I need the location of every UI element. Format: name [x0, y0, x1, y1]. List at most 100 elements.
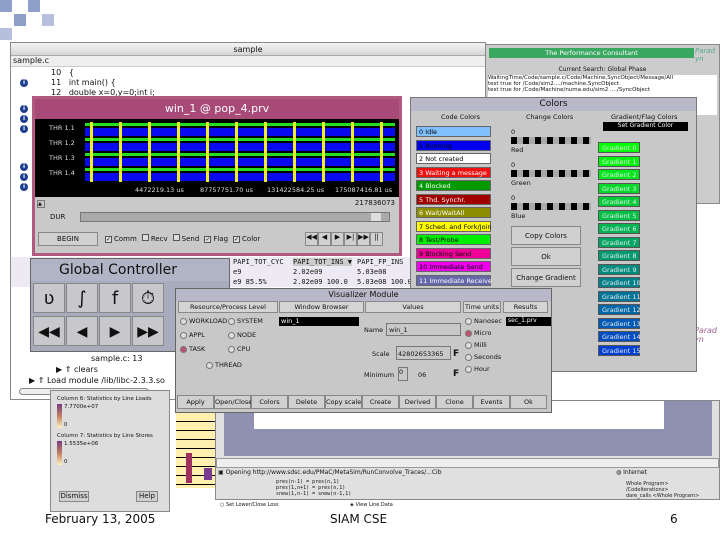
playback-button[interactable]: ◀ [66, 316, 98, 346]
time-unit-radio[interactable]: Micro [465, 329, 492, 337]
option-radio[interactable]: ◈ View Line Data [350, 502, 393, 508]
gradient-item[interactable]: Gradient 5 [598, 209, 640, 221]
level-radio[interactable]: APPL [180, 331, 205, 339]
gradient-item[interactable]: Gradient 4 [598, 196, 640, 207]
visualizer-button[interactable]: Ok [510, 395, 547, 409]
gradient-item[interactable]: Gradient 11 [598, 290, 641, 302]
duration-slider[interactable] [80, 212, 390, 222]
radio-circle[interactable] [465, 365, 472, 373]
info-icon[interactable]: i [20, 115, 28, 123]
begin-button[interactable]: BEGIN [38, 232, 98, 246]
browser-scrollbar[interactable] [216, 458, 719, 468]
tree-item[interactable]: ▶ ⇑ Load module /lib/libc-2.3.3.so [29, 376, 165, 385]
gradient-item[interactable]: Gradient 1 [598, 155, 640, 167]
info-icon[interactable]: i [20, 79, 28, 87]
radio-circle[interactable] [465, 341, 472, 349]
set-gradient-color[interactable]: Set Gradient Color [603, 122, 688, 131]
checkbox-flag[interactable]: ✓ Flag [204, 235, 228, 243]
state-color-item[interactable]: 1 Running [416, 139, 491, 151]
tree-item[interactable]: ▶ ⇑ clears [56, 365, 98, 374]
radio-circle[interactable] [180, 317, 187, 325]
visualizer-button[interactable]: Create [362, 395, 399, 409]
info-icon[interactable]: i [20, 173, 28, 181]
visualizer-button[interactable]: Copy scale [325, 395, 362, 409]
window-list-item[interactable]: win_1 [279, 317, 359, 326]
timeline-plot[interactable]: THR 1.1 THR 1.2 THR 1.3 THR 1.4 4472219.… [35, 119, 399, 197]
checkbox-box[interactable]: ✓ [204, 236, 212, 243]
radio-circle[interactable] [180, 331, 187, 339]
info-icon[interactable]: i [20, 125, 28, 133]
help-button[interactable]: Help [136, 491, 158, 502]
colors-button[interactable]: Change Gradient [511, 268, 581, 287]
radio-circle[interactable] [228, 331, 235, 339]
result-item[interactable]: sec_1.prv [506, 317, 551, 326]
time-unit-radio[interactable]: Hour [465, 365, 490, 373]
visualizer-button[interactable]: Open/Close [214, 395, 252, 409]
playback-button[interactable]: ◀ [318, 232, 331, 246]
playback-button[interactable]: ▶| [344, 232, 357, 246]
state-color-item[interactable]: 6 Wait/WaitAll [416, 207, 491, 218]
state-color-item[interactable]: 10 Immediate Send [416, 261, 491, 272]
state-color-item[interactable]: 0 Idle [416, 126, 491, 137]
playback-button[interactable]: ▶ [331, 232, 344, 246]
checkbox-box[interactable] [172, 234, 180, 241]
playback-button[interactable]: || [370, 232, 383, 246]
radio-circle[interactable] [180, 345, 187, 353]
dismiss-button[interactable]: Dismiss [59, 491, 89, 502]
state-color-item[interactable]: 7 Sched. and Fork/Join [416, 220, 492, 232]
gradient-item[interactable]: Gradient 6 [598, 223, 640, 234]
radio-circle[interactable] [206, 361, 213, 369]
playback-button[interactable]: ◀◀ [33, 316, 65, 346]
level-radio[interactable]: NODE [228, 331, 256, 339]
time-unit-radio[interactable]: Seconds [465, 353, 501, 361]
minimum-flag[interactable]: F [453, 369, 459, 379]
visualizer-button[interactable]: Delete [288, 395, 325, 409]
integral-icon[interactable]: ∫ [66, 283, 98, 313]
level-radio[interactable]: SYSTEM [228, 317, 263, 325]
checkbox-box[interactable]: ✓ [105, 236, 112, 243]
checkbox-comm[interactable]: ✓ Comm [105, 235, 137, 243]
column-header[interactable]: PAPI_TOT_INS ▼ [293, 258, 353, 266]
playback-button[interactable]: ▶ [99, 316, 131, 346]
visualizer-button[interactable]: Clone [436, 395, 473, 409]
info-icon[interactable]: i [20, 163, 28, 171]
channel-slider[interactable] [511, 203, 591, 210]
column-header[interactable]: PAPI_TOT_CYC [233, 258, 284, 266]
gradient-item[interactable]: Gradient 8 [598, 250, 640, 261]
gradient-item[interactable]: Gradient 12 [598, 304, 641, 315]
visualizer-button[interactable]: Apply [177, 395, 214, 409]
state-color-item[interactable]: 5 Thd. Synchr. [416, 193, 491, 205]
gradient-item[interactable]: Gradient 7 [598, 236, 640, 248]
gradient-item[interactable]: Gradient 3 [598, 182, 640, 194]
playback-button[interactable]: ◀◀ [305, 232, 318, 246]
gradient-item[interactable]: Gradient 9 [598, 263, 640, 275]
level-radio[interactable]: CPU [228, 345, 250, 353]
state-color-item[interactable]: 9 Blocking Send [416, 247, 491, 259]
function-icon[interactable]: f [99, 283, 131, 313]
undo-icon[interactable]: ʋ [33, 283, 65, 313]
radio-circle[interactable] [465, 353, 472, 361]
scroll-left-icon[interactable]: ▲ [37, 200, 45, 208]
playback-button[interactable]: ▶▶ [357, 232, 370, 246]
clock-icon[interactable]: ⏱ [132, 283, 164, 313]
level-radio[interactable]: WORKLOAD [180, 317, 227, 325]
playback-button[interactable]: ▶▶ [132, 316, 164, 346]
radio-circle[interactable] [465, 329, 472, 337]
visualizer-button[interactable]: Derived [399, 395, 436, 409]
time-unit-radio[interactable]: Nanosec [465, 317, 502, 325]
colors-button[interactable]: Ok [511, 247, 581, 266]
column-header[interactable]: PAPI_FP_INS [357, 258, 403, 266]
state-color-item[interactable]: 8 Test/Probe [416, 234, 491, 245]
radio-circle[interactable] [228, 345, 235, 353]
channel-slider[interactable] [511, 170, 591, 177]
gradient-item[interactable]: Gradient 13 [598, 317, 641, 329]
channel-slider[interactable] [511, 137, 591, 144]
gradient-item[interactable]: Gradient 10 [598, 277, 641, 288]
minimum-input[interactable]: 0 [398, 367, 408, 381]
visualizer-button[interactable]: Events [473, 395, 510, 409]
time-unit-radio[interactable]: Milli [465, 341, 487, 349]
name-input[interactable]: win_1 [386, 323, 461, 336]
checkbox-color[interactable]: ✓ Color [233, 235, 260, 243]
radio-circle[interactable] [465, 317, 472, 325]
state-color-item[interactable]: 3 Waiting a message [416, 166, 491, 178]
